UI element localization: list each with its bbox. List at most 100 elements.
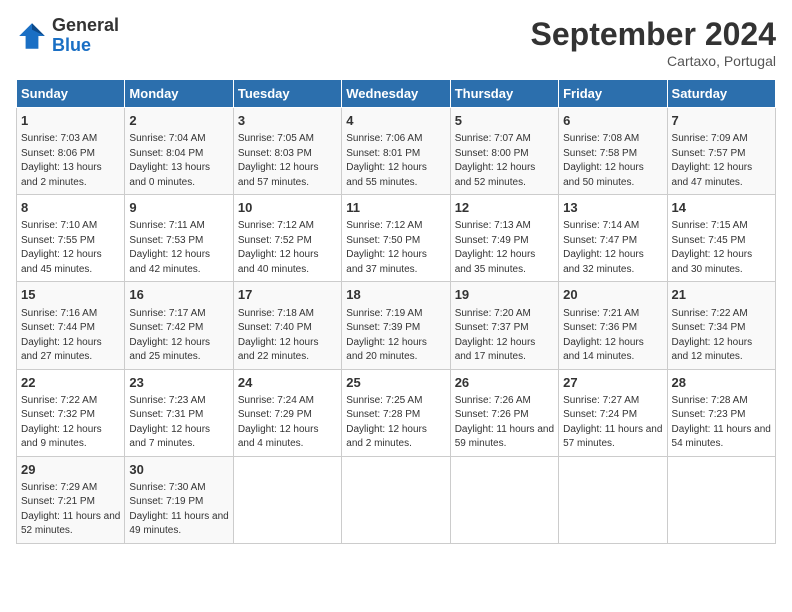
day-info: Sunrise: 7:28 AMSunset: 7:23 PMDaylight:… — [672, 394, 771, 452]
col-header-tuesday: Tuesday — [233, 80, 341, 108]
day-number: 17 — [238, 286, 337, 304]
day-cell: 6 Sunrise: 7:08 AMSunset: 7:58 PMDaylight… — [559, 108, 667, 195]
day-cell: 1 Sunrise: 7:03 AMSunset: 8:06 PMDaylight… — [17, 108, 125, 195]
day-number: 3 — [238, 112, 337, 130]
day-cell: 18 Sunrise: 7:19 AMSunset: 7:39 PMDayligh… — [342, 282, 450, 369]
day-cell: 19 Sunrise: 7:20 AMSunset: 7:37 PMDayligh… — [450, 282, 558, 369]
day-cell: 7 Sunrise: 7:09 AMSunset: 7:57 PMDaylight… — [667, 108, 775, 195]
day-cell: 24 Sunrise: 7:24 AMSunset: 7:29 PMDayligh… — [233, 369, 341, 456]
day-info: Sunrise: 7:09 AMSunset: 7:57 PMDaylight:… — [672, 132, 771, 190]
col-header-saturday: Saturday — [667, 80, 775, 108]
day-number: 13 — [563, 199, 662, 217]
day-number: 15 — [21, 286, 120, 304]
col-header-sunday: Sunday — [17, 80, 125, 108]
day-info: Sunrise: 7:13 AMSunset: 7:49 PMDaylight:… — [455, 219, 554, 277]
day-info: Sunrise: 7:06 AMSunset: 8:01 PMDaylight:… — [346, 132, 445, 190]
day-info: Sunrise: 7:22 AMSunset: 7:32 PMDaylight:… — [21, 394, 120, 452]
day-info: Sunrise: 7:26 AMSunset: 7:26 PMDaylight:… — [455, 394, 554, 452]
day-number: 6 — [563, 112, 662, 130]
day-number: 24 — [238, 374, 337, 392]
day-cell: 27 Sunrise: 7:27 AMSunset: 7:24 PMDayligh… — [559, 369, 667, 456]
day-number: 27 — [563, 374, 662, 392]
col-header-thursday: Thursday — [450, 80, 558, 108]
day-cell: 17 Sunrise: 7:18 AMSunset: 7:40 PMDayligh… — [233, 282, 341, 369]
title-block: September 2024 Cartaxo, Portugal — [531, 16, 776, 69]
day-number: 19 — [455, 286, 554, 304]
day-cell: 2 Sunrise: 7:04 AMSunset: 8:04 PMDaylight… — [125, 108, 233, 195]
day-number: 20 — [563, 286, 662, 304]
logo-icon — [16, 20, 48, 52]
day-info: Sunrise: 7:15 AMSunset: 7:45 PMDaylight:… — [672, 219, 771, 277]
day-info: Sunrise: 7:03 AMSunset: 8:06 PMDaylight:… — [21, 132, 120, 190]
day-number: 18 — [346, 286, 445, 304]
day-info: Sunrise: 7:22 AMSunset: 7:34 PMDaylight:… — [672, 307, 771, 365]
calendar-table: SundayMondayTuesdayWednesdayThursdayFrid… — [16, 79, 776, 544]
day-number: 12 — [455, 199, 554, 217]
day-info: Sunrise: 7:07 AMSunset: 8:00 PMDaylight:… — [455, 132, 554, 190]
day-number: 4 — [346, 112, 445, 130]
week-row-1: 1 Sunrise: 7:03 AMSunset: 8:06 PMDaylight… — [17, 108, 776, 195]
day-cell: 10 Sunrise: 7:12 AMSunset: 7:52 PMDayligh… — [233, 195, 341, 282]
day-cell: 20 Sunrise: 7:21 AMSunset: 7:36 PMDayligh… — [559, 282, 667, 369]
day-number: 7 — [672, 112, 771, 130]
day-cell: 25 Sunrise: 7:25 AMSunset: 7:28 PMDayligh… — [342, 369, 450, 456]
calendar-header: SundayMondayTuesdayWednesdayThursdayFrid… — [17, 80, 776, 108]
day-number: 8 — [21, 199, 120, 217]
day-number: 23 — [129, 374, 228, 392]
location: Cartaxo, Portugal — [531, 53, 776, 69]
day-number: 14 — [672, 199, 771, 217]
day-cell — [342, 456, 450, 543]
col-header-wednesday: Wednesday — [342, 80, 450, 108]
day-info: Sunrise: 7:19 AMSunset: 7:39 PMDaylight:… — [346, 307, 445, 365]
day-cell: 14 Sunrise: 7:15 AMSunset: 7:45 PMDayligh… — [667, 195, 775, 282]
day-number: 21 — [672, 286, 771, 304]
day-info: Sunrise: 7:25 AMSunset: 7:28 PMDaylight:… — [346, 394, 445, 452]
day-cell: 22 Sunrise: 7:22 AMSunset: 7:32 PMDayligh… — [17, 369, 125, 456]
day-number: 29 — [21, 461, 120, 479]
col-header-friday: Friday — [559, 80, 667, 108]
day-number: 9 — [129, 199, 228, 217]
week-row-2: 8 Sunrise: 7:10 AMSunset: 7:55 PMDaylight… — [17, 195, 776, 282]
calendar-body: 1 Sunrise: 7:03 AMSunset: 8:06 PMDaylight… — [17, 108, 776, 544]
day-number: 28 — [672, 374, 771, 392]
logo: General Blue — [16, 16, 119, 56]
day-info: Sunrise: 7:30 AMSunset: 7:19 PMDaylight:… — [129, 481, 228, 539]
day-info: Sunrise: 7:29 AMSunset: 7:21 PMDaylight:… — [21, 481, 120, 539]
day-number: 2 — [129, 112, 228, 130]
day-info: Sunrise: 7:12 AMSunset: 7:50 PMDaylight:… — [346, 219, 445, 277]
day-info: Sunrise: 7:24 AMSunset: 7:29 PMDaylight:… — [238, 394, 337, 452]
day-number: 10 — [238, 199, 337, 217]
logo-text: General Blue — [52, 16, 119, 56]
day-cell: 9 Sunrise: 7:11 AMSunset: 7:53 PMDaylight… — [125, 195, 233, 282]
day-cell: 26Sunrise: 7:26 AMSunset: 7:26 PMDayligh… — [450, 369, 558, 456]
page-header: General Blue September 2024 Cartaxo, Por… — [16, 16, 776, 69]
day-cell: 23Sunrise: 7:23 AMSunset: 7:31 PMDayligh… — [125, 369, 233, 456]
day-number: 22 — [21, 374, 120, 392]
day-info: Sunrise: 7:14 AMSunset: 7:47 PMDaylight:… — [563, 219, 662, 277]
week-row-4: 22 Sunrise: 7:22 AMSunset: 7:32 PMDayligh… — [17, 369, 776, 456]
day-info: Sunrise: 7:04 AMSunset: 8:04 PMDaylight:… — [129, 132, 228, 190]
day-info: Sunrise: 7:10 AMSunset: 7:55 PMDaylight:… — [21, 219, 120, 277]
day-cell: 21 Sunrise: 7:22 AMSunset: 7:34 PMDayligh… — [667, 282, 775, 369]
day-cell — [233, 456, 341, 543]
day-info: Sunrise: 7:20 AMSunset: 7:37 PMDaylight:… — [455, 307, 554, 365]
day-number: 1 — [21, 112, 120, 130]
col-header-monday: Monday — [125, 80, 233, 108]
day-cell: 3Sunrise: 7:05 AMSunset: 8:03 PMDaylight… — [233, 108, 341, 195]
day-info: Sunrise: 7:11 AMSunset: 7:53 PMDaylight:… — [129, 219, 228, 277]
day-cell: 15Sunrise: 7:16 AMSunset: 7:44 PMDayligh… — [17, 282, 125, 369]
day-number: 25 — [346, 374, 445, 392]
day-cell: 11 Sunrise: 7:12 AMSunset: 7:50 PMDayligh… — [342, 195, 450, 282]
day-number: 11 — [346, 199, 445, 217]
day-info: Sunrise: 7:12 AMSunset: 7:52 PMDaylight:… — [238, 219, 337, 277]
day-info: Sunrise: 7:08 AMSunset: 7:58 PMDaylight:… — [563, 132, 662, 190]
day-cell — [450, 456, 558, 543]
day-cell: 5Sunrise: 7:07 AMSunset: 8:00 PMDaylight… — [450, 108, 558, 195]
week-row-5: 29 Sunrise: 7:29 AMSunset: 7:21 PMDayligh… — [17, 456, 776, 543]
day-cell: 16Sunrise: 7:17 AMSunset: 7:42 PMDayligh… — [125, 282, 233, 369]
day-info: Sunrise: 7:27 AMSunset: 7:24 PMDaylight:… — [563, 394, 662, 452]
day-cell: 28 Sunrise: 7:28 AMSunset: 7:23 PMDayligh… — [667, 369, 775, 456]
day-cell: 30Sunrise: 7:30 AMSunset: 7:19 PMDayligh… — [125, 456, 233, 543]
day-info: Sunrise: 7:18 AMSunset: 7:40 PMDaylight:… — [238, 307, 337, 365]
day-info: Sunrise: 7:21 AMSunset: 7:36 PMDaylight:… — [563, 307, 662, 365]
